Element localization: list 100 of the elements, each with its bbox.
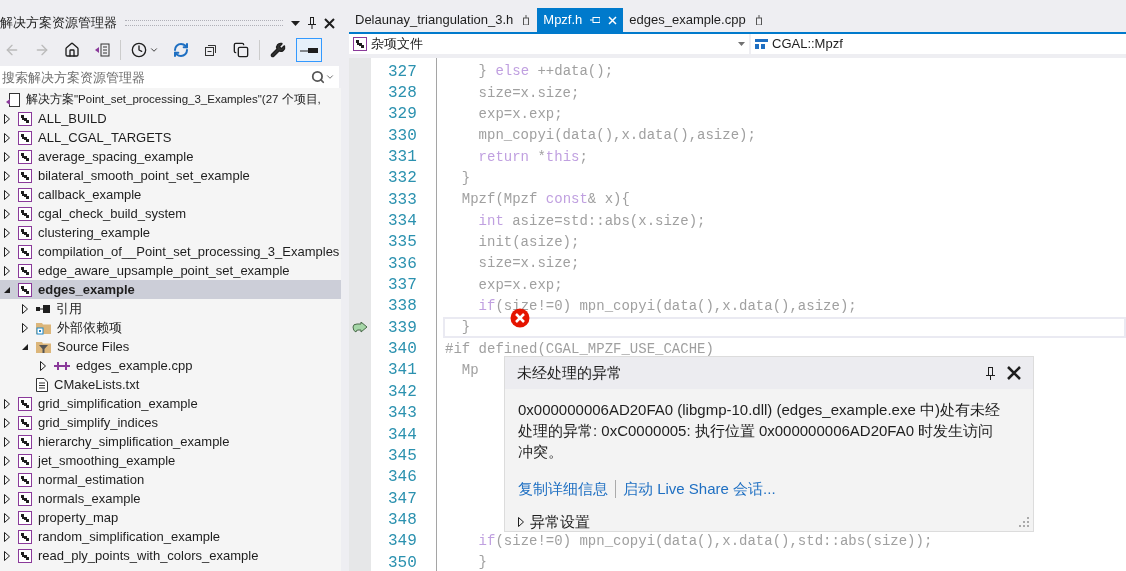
tree-item[interactable]: edges_example [0, 280, 341, 299]
project-icon [18, 396, 32, 411]
scope-dropdown[interactable]: CGAL::Mpzf [751, 34, 1126, 54]
pin-icon[interactable] [754, 15, 763, 25]
tree-item[interactable]: 外部依赖项 [0, 318, 341, 337]
expander-icon[interactable] [518, 516, 524, 527]
tree-item[interactable]: average_spacing_example [0, 147, 341, 166]
expander-icon[interactable] [4, 132, 10, 143]
expander-icon[interactable] [4, 455, 10, 466]
tree-item[interactable]: read_ply_points_with_colors_example [0, 546, 341, 565]
expander-icon[interactable] [4, 208, 10, 219]
project-icon [18, 263, 32, 278]
references-icon [36, 304, 50, 313]
tree-item[interactable]: random_simplification_example [0, 527, 341, 546]
tree-item[interactable]: hierarchy_simplification_example [0, 432, 341, 451]
close-icon[interactable] [1007, 366, 1021, 380]
tree-item[interactable]: cgal_check_build_system [0, 204, 341, 223]
preview-button[interactable] [296, 38, 322, 62]
project-icon [18, 472, 32, 487]
tree-item[interactable]: clustering_example [0, 223, 341, 242]
tree-item[interactable]: normal_estimation [0, 470, 341, 489]
line-number: 331 [388, 147, 417, 169]
popup-link[interactable]: 启动 Live Share 会话... [623, 478, 776, 501]
expander-icon[interactable] [4, 512, 10, 523]
code-line: return *this; [477, 147, 588, 167]
close-icon[interactable] [324, 17, 335, 29]
line-number: 341 [388, 360, 417, 382]
pin-icon[interactable] [986, 366, 995, 380]
expander-icon[interactable] [4, 474, 10, 485]
line-number: 327 [388, 61, 417, 83]
expander-icon[interactable] [4, 170, 10, 181]
line-number: 349 [388, 531, 417, 553]
line-number: 348 [388, 509, 417, 531]
expander-icon[interactable] [4, 417, 10, 428]
line-number: 338 [388, 296, 417, 318]
project-icon [18, 149, 32, 164]
editor-tab[interactable]: edges_example.cpp [623, 8, 770, 32]
tab-label: edges_example.cpp [629, 11, 746, 30]
tree-item[interactable]: 引用 [0, 299, 341, 318]
back-icon [4, 42, 20, 58]
project-icon [18, 130, 32, 145]
code-line: #if defined(CGAL_MPZF_USE_CACHE) [445, 339, 714, 359]
expander-icon[interactable] [4, 189, 10, 200]
search-icon[interactable] [311, 70, 325, 84]
pin-icon[interactable] [308, 17, 316, 29]
expander-icon[interactable] [22, 322, 28, 333]
expander-icon[interactable] [21, 342, 29, 351]
project-dropdown[interactable]: 杂项文件 [349, 34, 749, 54]
tree-item[interactable]: property_map [0, 508, 341, 527]
history-icon [131, 42, 147, 58]
code-line: size=x.size; [477, 83, 580, 103]
solution-label[interactable]: 解决方案"Point_set_processing_3_Examples"(27 个项目, [26, 90, 321, 109]
tree-item[interactable]: bilateral_smooth_point_set_example [0, 166, 341, 185]
expander-icon[interactable] [4, 265, 10, 276]
expander-icon[interactable] [3, 285, 11, 294]
tree-item[interactable]: grid_simplify_indices [0, 413, 341, 432]
expander-icon[interactable] [4, 531, 10, 542]
code-line: exp=x.exp; [477, 275, 563, 295]
tree-item[interactable]: grid_simplification_example [0, 394, 341, 413]
editor-tab[interactable]: Delaunay_triangulation_3.h [349, 8, 538, 32]
tab-label: Mpzf.h [543, 11, 583, 30]
line-number: 339 [388, 317, 417, 339]
code-line: if(size!=0) mpn_copyi(data(),x.data(),std::abs(size)); [477, 531, 933, 551]
code-line: int asize=std::abs(x.size); [477, 211, 706, 231]
tree-item[interactable]: edges_example.cpp [0, 356, 341, 375]
project-icon [18, 510, 32, 525]
tree-item[interactable]: edge_aware_upsample_point_set_example [0, 261, 341, 280]
line-number: 333 [388, 189, 417, 211]
project-icon [18, 548, 32, 563]
pin-icon[interactable] [522, 15, 531, 25]
dropdown-caret-icon[interactable] [291, 20, 300, 26]
line-number: 342 [388, 381, 417, 403]
expander-icon[interactable] [4, 151, 10, 162]
tree-item[interactable]: callback_example [0, 185, 341, 204]
tree-item[interactable]: Source Files [0, 337, 341, 356]
line-number: 330 [388, 125, 417, 147]
expander-icon[interactable] [4, 550, 10, 561]
tree-item[interactable]: normals_example [0, 489, 341, 508]
caret-icon[interactable] [325, 72, 335, 82]
expander-icon[interactable] [40, 360, 46, 371]
expander-icon[interactable] [4, 113, 10, 124]
caret-icon [738, 42, 745, 46]
expander-icon[interactable] [4, 436, 10, 447]
caret-icon [149, 45, 159, 55]
tree-item[interactable]: ALL_BUILD [0, 109, 341, 128]
expander-icon[interactable] [4, 398, 10, 409]
tree-item[interactable]: jet_smoothing_example [0, 451, 341, 470]
expander-icon[interactable] [22, 303, 28, 314]
tree-item[interactable]: CMakeLists.txt [0, 375, 341, 394]
class-icon [755, 39, 768, 49]
expander-icon[interactable] [4, 246, 10, 257]
tree-item[interactable]: compilation_of__Point_set_processing_3_Examples [0, 242, 341, 261]
exception-settings-toggle[interactable]: 异常设置 [518, 510, 590, 533]
tree-item[interactable]: ALL_CGAL_TARGETS [0, 128, 341, 147]
popup-link[interactable]: 复制详细信息 [518, 478, 608, 501]
search-field[interactable]: 搜索解决方案资源管理器 [0, 66, 311, 88]
project-icon [18, 529, 32, 544]
expander-icon[interactable] [4, 493, 10, 504]
resize-grip-icon[interactable] [1018, 516, 1030, 528]
expander-icon[interactable] [4, 227, 10, 238]
